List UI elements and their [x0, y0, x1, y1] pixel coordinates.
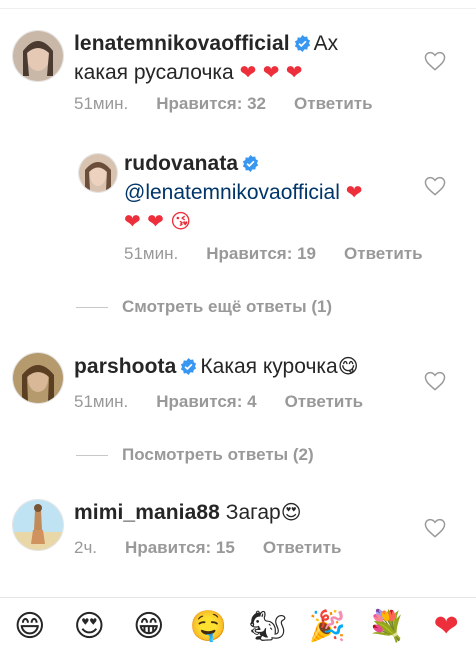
quick-emoji-bar: 😄 😍 😁 🤤 🐿 🎉 💐 ❤: [0, 606, 476, 650]
emojis-line: ❤ ❤ 😘: [124, 209, 192, 233]
username[interactable]: rudovanata: [124, 152, 238, 175]
like-heart-icon[interactable]: [424, 518, 446, 538]
emoji-bouquet-icon[interactable]: 💐: [367, 606, 407, 646]
emoji-grinning-icon[interactable]: 😄: [10, 606, 50, 646]
verified-badge-icon: [294, 35, 310, 52]
username[interactable]: mimi_mania88: [74, 501, 220, 524]
emoji-party-popper-icon[interactable]: 🎉: [307, 606, 347, 646]
timestamp: 2ч.: [74, 538, 98, 557]
comment-body: mimi_mania88 Загар😍: [74, 498, 414, 527]
reply-button[interactable]: Ответить: [285, 391, 364, 413]
username[interactable]: lenatemnikovaofficial: [74, 32, 290, 55]
username[interactable]: parshoota: [74, 355, 176, 378]
divider-dash: [76, 306, 108, 308]
emoji: 😍: [280, 500, 302, 524]
emoji-heart-eyes-icon[interactable]: 😍: [69, 606, 109, 646]
timestamp: 51мин.: [74, 94, 129, 113]
verified-badge-icon: [243, 155, 259, 172]
likes-count[interactable]: Нравится: 32: [156, 93, 266, 115]
emoji-bar-divider: [0, 597, 476, 598]
emoji: 😋: [337, 354, 359, 378]
like-heart-icon[interactable]: [424, 371, 446, 391]
timestamp: 51мин.: [74, 392, 129, 411]
comment-meta: 51мин. Нравится: 32 Ответить: [74, 93, 373, 115]
avatar[interactable]: [12, 30, 64, 82]
comment-body: lenatemnikovaofficial Ах какая русалочка …: [74, 30, 414, 87]
likes-count[interactable]: Нравится: 15: [125, 537, 235, 559]
comment-body: parshoota Какая курочка😋: [74, 352, 414, 381]
view-replies[interactable]: Посмотреть ответы (2): [76, 445, 314, 465]
reply-button[interactable]: Ответить: [294, 93, 373, 115]
likes-count[interactable]: Нравится: 19: [206, 243, 316, 265]
comment-text-line2: какая русалочка: [74, 61, 234, 84]
top-divider: [0, 8, 476, 9]
avatar[interactable]: [12, 352, 64, 404]
comment-text: Какая курочка: [200, 355, 338, 378]
divider-dash: [76, 454, 108, 456]
avatar[interactable]: [12, 499, 64, 551]
like-heart-icon[interactable]: [424, 51, 446, 71]
heart-emoji: ❤: [345, 180, 363, 204]
reply-button[interactable]: Ответить: [344, 243, 423, 265]
verified-badge-icon: [181, 358, 197, 375]
comment-meta: 2ч. Нравится: 15 Ответить: [74, 537, 341, 559]
avatar[interactable]: [78, 153, 118, 193]
view-more-replies[interactable]: Смотреть ещё ответы (1): [76, 297, 332, 317]
like-heart-icon[interactable]: [424, 176, 446, 196]
view-replies-label: Посмотреть ответы (2): [122, 445, 314, 464]
emoji-drooling-icon[interactable]: 🤤: [188, 606, 228, 646]
emoji-chipmunk-icon[interactable]: 🐿: [248, 606, 288, 646]
timestamp: 51мин.: [124, 244, 179, 263]
mention-link[interactable]: @lenatemnikovaofficial: [124, 181, 340, 204]
comment-body: rudovanata @lenatemnikovaofficial ❤ ❤ ❤ …: [124, 150, 424, 236]
emoji-red-heart-icon[interactable]: ❤: [426, 606, 466, 646]
comment-meta: 51мин. Нравится: 19 Ответить: [124, 243, 423, 265]
comment-text: Загар: [225, 501, 281, 524]
likes-count[interactable]: Нравится: 4: [156, 391, 256, 413]
comment-text: Ах: [313, 32, 339, 55]
comment-meta: 51мин. Нравится: 4 Ответить: [74, 391, 363, 413]
view-more-replies-label: Смотреть ещё ответы (1): [122, 297, 333, 316]
emoji-grin-icon[interactable]: 😁: [129, 606, 169, 646]
heart-emojis: ❤ ❤ ❤: [239, 60, 303, 84]
reply-button[interactable]: Ответить: [263, 537, 342, 559]
